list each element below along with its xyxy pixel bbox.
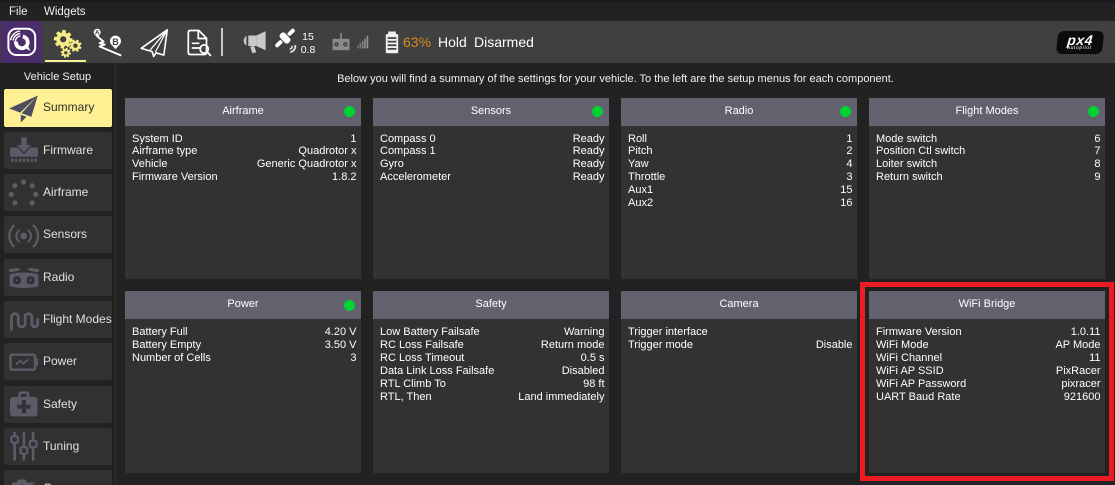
svg-text:B: B [112, 37, 119, 47]
svg-text:A: A [95, 30, 100, 37]
